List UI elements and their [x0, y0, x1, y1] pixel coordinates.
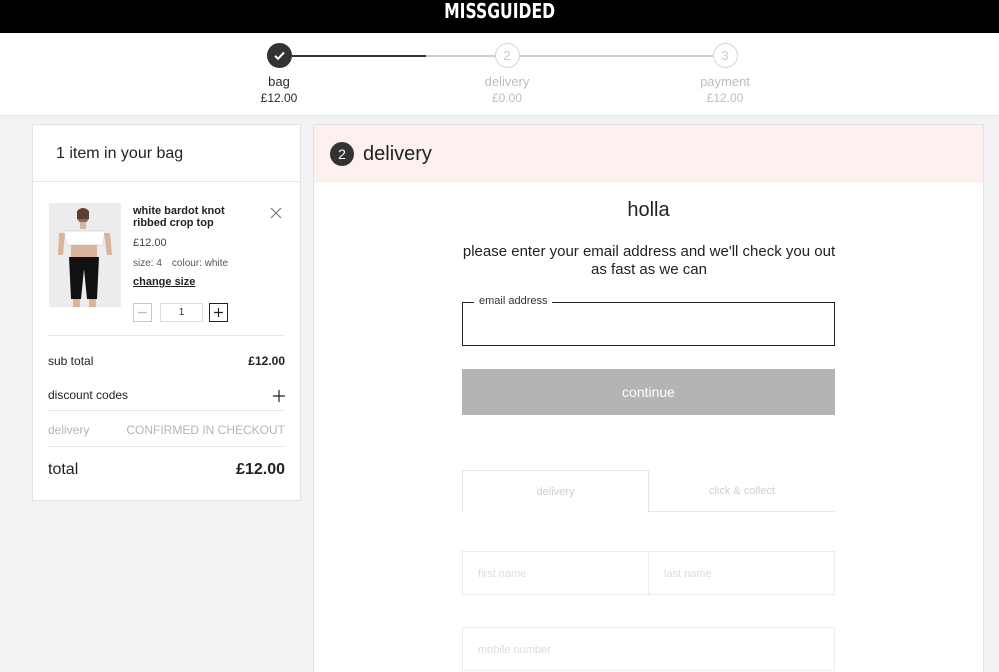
step-amount: £12.00 — [260, 91, 298, 105]
quantity-input[interactable]: 1 — [160, 303, 203, 322]
total-row: total £12.00 — [48, 461, 285, 479]
product-colour: colour: white — [171, 258, 229, 269]
total-label: total — [48, 461, 79, 478]
discount-codes-label: discount codes — [48, 388, 129, 402]
email-field[interactable] — [462, 302, 835, 346]
decrease-quantity-button[interactable] — [133, 303, 152, 322]
delivery-panel: 2 delivery holla please enter your email… — [313, 124, 984, 672]
delivery-header: 2 delivery — [314, 125, 983, 182]
greeting: holla — [627, 199, 670, 221]
total-value: £12.00 — [236, 461, 285, 478]
bag-heading: 1 item in your bag — [33, 125, 300, 182]
delivery-row: delivery CONFIRMED IN CHECKOUT — [48, 423, 285, 437]
subtotal-label: sub total — [48, 354, 94, 368]
delivery-label: delivery — [48, 423, 90, 437]
brand-logo[interactable]: MISSGUIDED — [110, 0, 889, 25]
tab-delivery[interactable]: delivery — [462, 470, 649, 512]
check-icon — [266, 43, 292, 68]
discount-codes-row[interactable]: discount codes — [48, 388, 285, 402]
step-label: payment — [700, 74, 750, 89]
delivery-method-tabs: delivery click & collect — [462, 470, 835, 512]
delivery-title: delivery — [363, 143, 432, 165]
step-label: bag — [268, 74, 290, 89]
product-meta: size: 4 colour: white — [133, 258, 228, 269]
divider — [48, 446, 285, 447]
step-payment: 3 payment £12.00 — [665, 43, 785, 105]
continue-button[interactable]: continue — [462, 369, 835, 415]
close-icon[interactable] — [269, 206, 283, 220]
step-number: 2 — [494, 43, 520, 68]
divider — [48, 335, 285, 336]
step-amount: £12.00 — [706, 91, 744, 105]
step-label: delivery — [484, 74, 530, 89]
step-number: 3 — [712, 43, 738, 68]
mobile-number-field[interactable]: mobile number — [462, 627, 835, 671]
subtotal-row: sub total £12.00 — [48, 354, 285, 368]
step-number-badge: 2 — [330, 142, 354, 166]
delivery-value: CONFIRMED IN CHECKOUT — [126, 423, 285, 437]
plus-icon[interactable] — [273, 388, 285, 405]
product-name[interactable]: white bardot knot ribbed crop top — [133, 205, 253, 229]
product-price: £12.00 — [133, 237, 167, 249]
step-amount: £0.00 — [491, 91, 523, 105]
first-name-field[interactable]: first name — [462, 551, 649, 595]
top-bar: MISSGUIDED — [0, 0, 999, 33]
subtotal-value: £12.00 — [248, 354, 285, 368]
tab-click-and-collect[interactable]: click & collect — [648, 470, 835, 512]
product-image[interactable] — [49, 203, 121, 307]
last-name-field[interactable]: last name — [648, 551, 835, 595]
step-bag[interactable]: bag £12.00 — [219, 43, 339, 105]
checkout-progress: bag £12.00 2 delivery £0.00 3 payment £1… — [0, 33, 999, 116]
increase-quantity-button[interactable] — [209, 303, 228, 322]
email-field-label: email address — [474, 295, 553, 307]
change-size-link[interactable]: change size — [133, 276, 195, 288]
bag-summary-panel: 1 item in your bag white bardot knot rib… — [32, 124, 301, 501]
product-size: size: 4 — [133, 258, 162, 269]
step-delivery: 2 delivery £0.00 — [447, 43, 567, 105]
email-instructions: please enter your email address and we'l… — [462, 243, 836, 278]
divider — [48, 410, 285, 411]
